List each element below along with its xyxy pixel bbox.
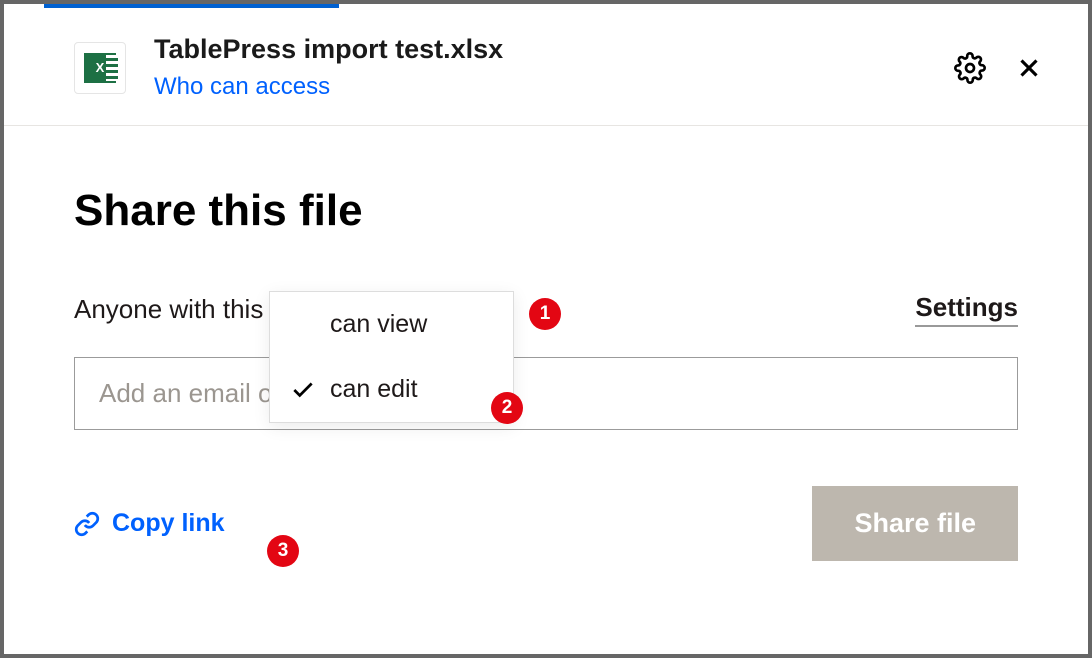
excel-icon: X xyxy=(84,53,116,83)
annotation-badge-2: 2 xyxy=(491,392,523,424)
permission-dropdown: can view can edit xyxy=(269,291,514,423)
share-title: Share this file xyxy=(74,186,1018,236)
dropdown-item-can-view[interactable]: can view xyxy=(270,292,513,357)
annotation-badge-1: 1 xyxy=(529,298,561,330)
header-actions xyxy=(954,52,1044,84)
email-input[interactable] xyxy=(74,357,1018,430)
modal-body: Share this file Anyone with this link: c… xyxy=(4,126,1088,601)
copy-link-button[interactable]: Copy link xyxy=(74,509,225,538)
modal-header: X TablePress import test.xlsx Who can ac… xyxy=(4,4,1088,126)
link-icon xyxy=(74,511,100,537)
file-title: TablePress import test.xlsx xyxy=(154,34,503,65)
who-can-access-link[interactable]: Who can access xyxy=(154,73,330,100)
close-icon[interactable] xyxy=(1014,53,1044,83)
check-icon xyxy=(290,377,326,403)
settings-link[interactable]: Settings xyxy=(915,292,1018,327)
dropdown-item-label: can view xyxy=(330,310,427,339)
file-icon-excel: X xyxy=(74,42,126,94)
copy-link-label: Copy link xyxy=(112,509,225,538)
share-file-button[interactable]: Share file xyxy=(812,486,1018,561)
dropdown-item-can-edit[interactable]: can edit xyxy=(270,357,513,422)
dropdown-item-label: can edit xyxy=(330,375,418,404)
file-info: TablePress import test.xlsx Who can acce… xyxy=(154,34,503,101)
footer-row: Copy link Share file xyxy=(74,486,1018,561)
annotation-badge-3: 3 xyxy=(267,535,299,567)
settings-gear-icon[interactable] xyxy=(954,52,986,84)
share-modal: X TablePress import test.xlsx Who can ac… xyxy=(4,4,1088,654)
